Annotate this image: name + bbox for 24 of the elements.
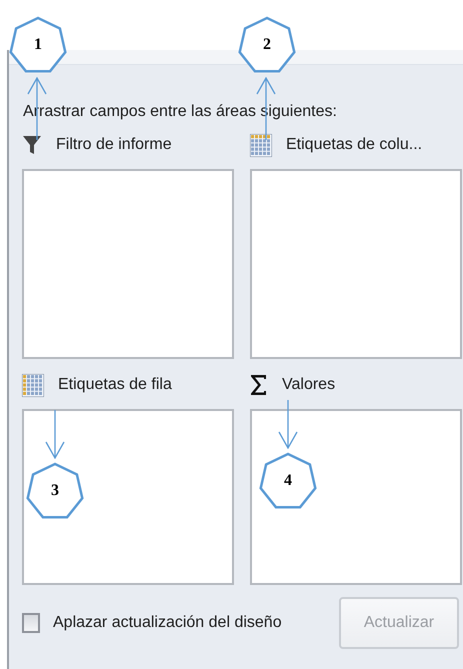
area-label: Valores (282, 376, 336, 394)
drop-area[interactable] (250, 409, 462, 585)
callout-number: 3 (50, 482, 60, 500)
checkbox-label: Aplazar actualización del diseño (53, 614, 282, 632)
drop-area[interactable] (22, 409, 234, 585)
drop-area[interactable] (22, 169, 234, 359)
arrow (278, 400, 298, 449)
arrow (45, 410, 65, 459)
defer-checkbox[interactable] (22, 613, 40, 633)
callout-number: 4 (283, 472, 293, 490)
callout-number: 2 (262, 36, 272, 54)
heptagon-callout (259, 452, 317, 508)
area-label: Etiquetas de colu... (286, 136, 422, 154)
sigma-icon (250, 374, 268, 396)
table-grid-icon (22, 374, 44, 396)
area-label: Etiquetas de fila (58, 376, 172, 394)
drop-area[interactable] (250, 169, 462, 359)
heptagon-callout (26, 462, 84, 518)
filter-icon (22, 134, 42, 156)
heptagon-callout (238, 16, 296, 72)
callout-number: 1 (33, 36, 43, 54)
heptagon-callout (9, 16, 67, 72)
area-label: Filtro de informe (56, 136, 172, 154)
table-grid-icon (250, 134, 272, 156)
